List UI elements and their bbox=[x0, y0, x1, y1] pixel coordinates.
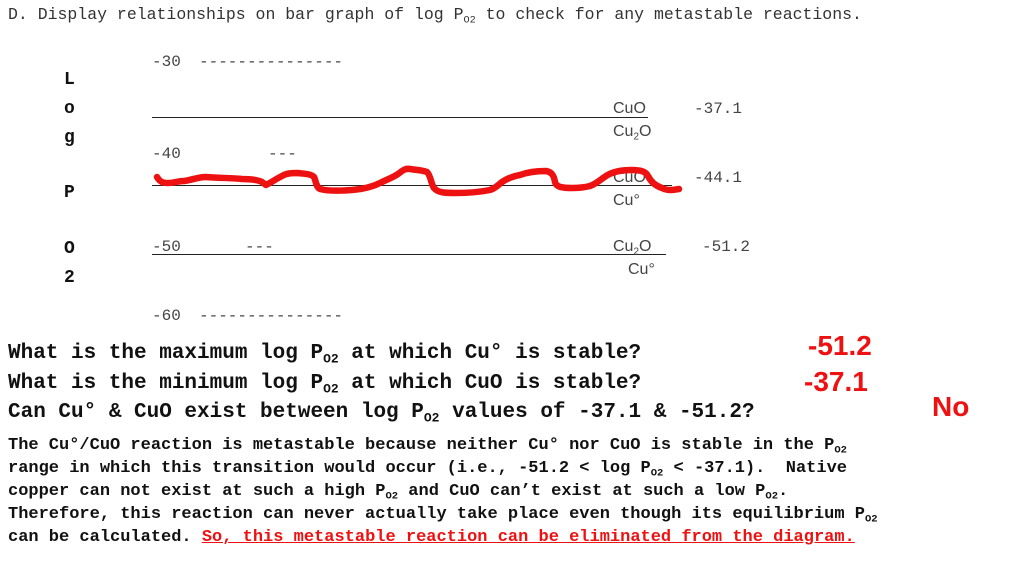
explanation-line: The Cu°/CuO reaction is metastable becau… bbox=[8, 436, 847, 457]
answer-1: -51.2 bbox=[808, 330, 872, 361]
question-3: Can Cu° & CuO exist between log PO2 valu… bbox=[8, 401, 755, 426]
answer-3: No bbox=[932, 391, 970, 422]
explanation-line: can be calculated. So, this metastable r… bbox=[8, 528, 855, 547]
question-2: What is the minimum log PO2 at which CuO… bbox=[8, 372, 642, 397]
explanation-line: Therefore, this reaction can never actua… bbox=[8, 505, 878, 526]
scribble-path bbox=[153, 165, 683, 197]
answer-2: -37.1 bbox=[804, 366, 868, 397]
explanation-line: copper can not exist at such a high PO2 … bbox=[8, 482, 789, 503]
conclusion-highlight: So, this metastable reaction can be elim… bbox=[201, 528, 855, 547]
question-1: What is the maximum log PO2 at which Cu°… bbox=[8, 342, 642, 367]
explanation-line: range in which this transition would occ… bbox=[8, 459, 847, 480]
